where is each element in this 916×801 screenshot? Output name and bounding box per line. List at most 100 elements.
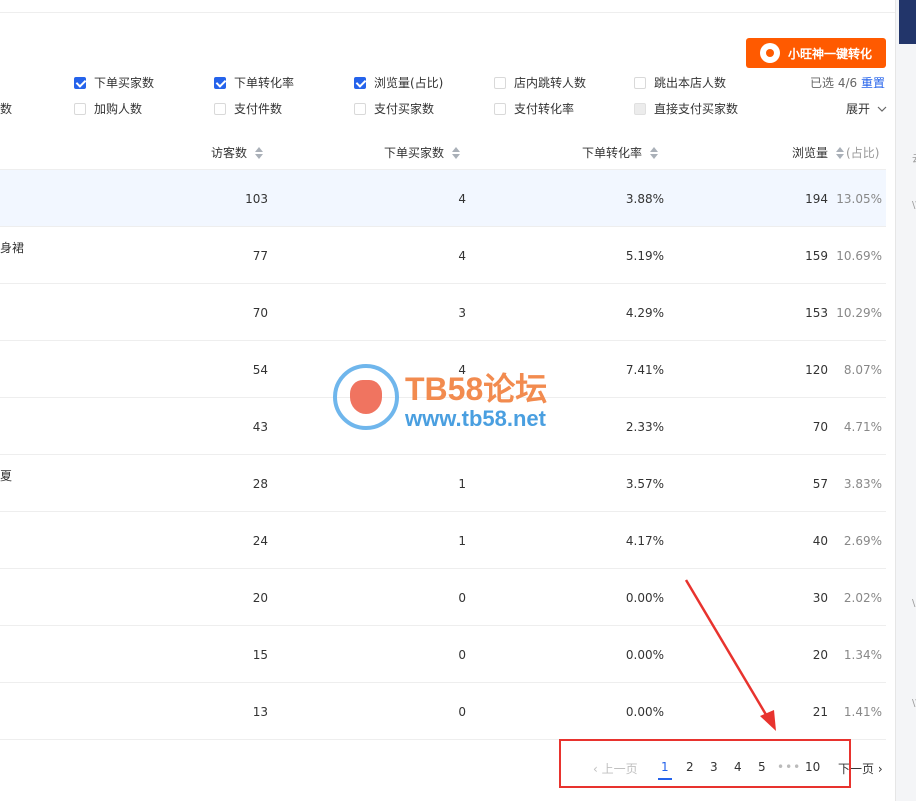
cell-order-buyers: 0 [458,705,466,719]
metric-label: 店内跳转人数 [514,76,587,90]
pagination: ‹ 上一页 1 2 3 4 5 ••• 10 下一页 › [0,752,886,784]
cell-order-buyers: 0 [458,591,466,605]
table-row[interactable]: 103 4 3.88% 194 13.05% [0,170,886,227]
cut-off-label: 数 [0,102,13,116]
sort-icon[interactable] [650,146,659,159]
metric-checkbox-order-buyers[interactable]: 下单买家数 [74,74,154,91]
table-row[interactable]: 15 0 0.00% 20 1.34% [0,626,886,683]
cell-order-buyers: 4 [458,363,466,377]
data-table: 访客数 下单买家数 下单转化率 浏览量 (占比) 103 4 3.88% 194 13.… [0,134,886,740]
metric-checkbox-bounce[interactable]: 跳出本店人数 [634,74,726,91]
page-ellipsis[interactable]: ••• [777,760,801,774]
cell-views-share: 4.71% [843,420,882,434]
right-side-panel: 云 \\ \ \\ [895,0,916,801]
checkbox-icon [214,102,226,115]
cell-views-share: 8.07% [843,363,882,377]
checkbox-icon [354,102,366,115]
cell-order-rate: 0.00% [625,705,664,719]
expand-toggle[interactable]: 展开 [846,100,887,117]
page-2[interactable]: 2 [686,760,694,774]
cell-visitors: 77 [252,249,268,263]
table-body: 103 4 3.88% 194 13.05% 身裙 77 4 5.19% 159 10.69% 70 3… [0,170,886,740]
right-panel-header [899,0,916,44]
table-row[interactable]: 70 3 4.29% 153 10.29% [0,284,886,341]
metric-checkbox-in-store-jump[interactable]: 店内跳转人数 [494,74,586,91]
metric-label: 支付转化率 [514,102,575,116]
cell-order-rate: 0.00% [625,648,664,662]
column-visitors: 访客数 [211,144,264,161]
cell-order-buyers: 1 [458,534,466,548]
sort-icon[interactable] [836,146,845,159]
table-row[interactable]: 身裙 77 4 5.19% 159 10.69% [0,227,886,284]
cell-views-share: 2.02% [843,591,882,605]
checkbox-icon [74,102,86,115]
metric-checkbox-paid-items[interactable]: 支付件数 [214,100,282,117]
table-row[interactable]: 24 1 4.17% 40 2.69% [0,512,886,569]
cell-order-buyers: 4 [458,192,466,206]
cell-order-rate: 0.00% [625,591,664,605]
cell-views-share: 3.83% [843,477,882,491]
cell-order-rate: 7.41% [625,363,664,377]
cell-visitors: 28 [252,477,268,491]
metric-label: 下单转化率 [234,76,295,90]
metric-checkbox-order-rate[interactable]: 下单转化率 [214,74,294,91]
checkbox-icon [214,76,226,89]
cell-views: 57 [812,477,828,491]
cell-views-share: 10.29% [836,306,882,320]
page-1[interactable]: 1 [658,760,672,780]
reset-link[interactable]: 重置 [861,74,885,91]
metric-checkbox-add-cart[interactable]: 加购人数 [74,100,142,117]
sort-icon[interactable] [255,146,264,159]
cell-order-rate: 3.88% [625,192,664,206]
checkbox-icon [74,76,86,89]
one-click-convert-button[interactable]: 小旺神一键转化 [746,38,886,68]
cell-visitors: 43 [252,420,268,434]
cell-views: 120 [805,363,828,377]
metric-checkbox-direct-pay-buyers: 直接支付买家数 [634,100,738,117]
cell-order-buyers: 4 [458,249,466,263]
column-label: 浏览量 [792,146,829,160]
cell-views: 70 [812,420,828,434]
column-views: 浏览量 (占比) [792,144,879,161]
checkbox-icon [494,102,506,115]
metric-checkbox-paid-buyers[interactable]: 支付买家数 [354,100,434,117]
page-10[interactable]: 10 [805,760,820,774]
cell-views-share: 2.69% [843,534,882,548]
table-row[interactable]: 20 0 0.00% 30 2.02% [0,569,886,626]
table-row[interactable]: 夏 28 1 3.57% 57 3.83% [0,455,886,512]
prev-page-label: 上一页 [601,762,638,776]
prev-page-button[interactable]: ‹ 上一页 [593,760,638,777]
cell-order-buyers: 1 [458,477,466,491]
column-label: 访客数 [211,146,248,160]
next-page-button[interactable]: 下一页 › [838,760,883,777]
cell-order-buyers: 0 [458,648,466,662]
column-order-buyers: 下单买家数 [384,144,461,161]
table-header: 访客数 下单买家数 下单转化率 浏览量 (占比) [0,134,886,170]
cell-views: 153 [805,306,828,320]
one-click-convert-label: 小旺神一键转化 [788,46,873,61]
cell-views: 40 [812,534,828,548]
cell-visitors: 20 [252,591,268,605]
metric-checkbox-views[interactable]: 浏览量(占比) [354,74,443,91]
xiaowang-logo-icon [760,43,780,63]
page-4[interactable]: 4 [734,760,742,774]
page-5[interactable]: 5 [758,760,766,774]
column-order-rate: 下单转化率 [582,144,659,161]
table-row[interactable]: 13 0 0.00% 21 1.41% [0,683,886,740]
sort-icon[interactable] [452,146,461,159]
product-name-fragment: 身裙 [0,241,25,255]
checkbox-icon [634,76,646,89]
page-3[interactable]: 3 [710,760,718,774]
expand-label: 展开 [846,102,871,116]
cell-views: 159 [805,249,828,263]
cell-order-rate: 4.29% [625,306,664,320]
cell-visitors: 103 [245,192,268,206]
table-row[interactable]: 43 2.33% 70 4.71% [0,398,886,455]
metric-checkbox-pay-rate[interactable]: 支付转化率 [494,100,574,117]
right-panel-glyph: \\ [912,200,916,211]
table-row[interactable]: 54 4 7.41% 120 8.07% [0,341,886,398]
cell-views-share: 1.41% [843,705,882,719]
metric-label: 浏览量(占比) [374,76,444,90]
metric-label: 支付买家数 [374,102,435,116]
cell-visitors: 13 [252,705,268,719]
